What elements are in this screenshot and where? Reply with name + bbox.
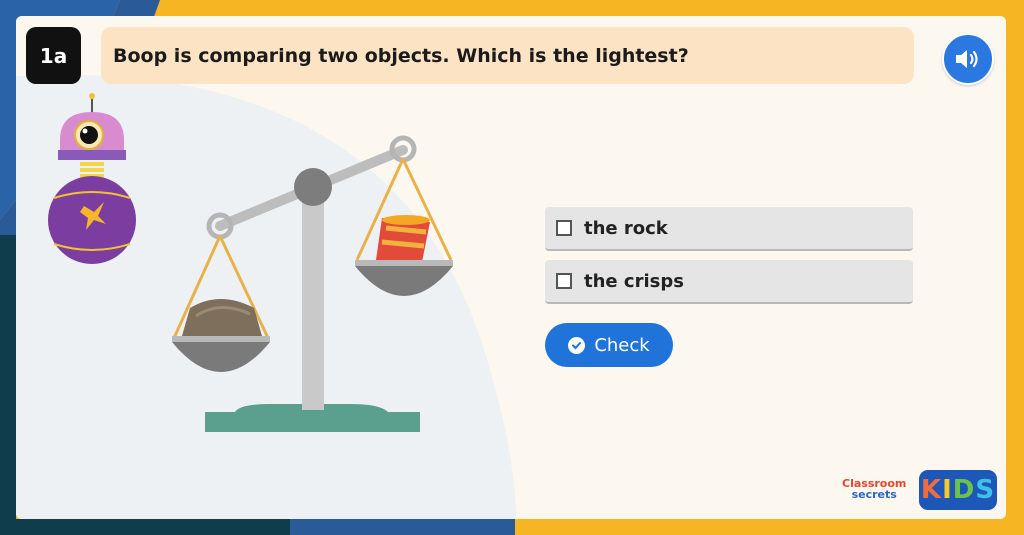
audio-button[interactable] (942, 33, 994, 85)
answer-option-2[interactable]: the crisps (545, 260, 913, 304)
kids-logo: K I D S (919, 470, 997, 510)
checkbox-icon[interactable] (556, 273, 572, 289)
answer-option-1[interactable]: the rock (545, 207, 913, 251)
question-number-badge: 1a (26, 27, 81, 84)
checkmark-icon (568, 336, 586, 354)
check-button[interactable]: Check (545, 323, 673, 367)
checkbox-icon[interactable] (556, 220, 572, 236)
answer-option-label: the crisps (584, 270, 684, 292)
balance-scale-illustration (172, 135, 453, 432)
check-button-label: Check (594, 334, 650, 356)
boop-robot-illustration (48, 93, 136, 264)
answer-option-label: the rock (584, 217, 668, 239)
classroom-secrets-logo: Classroom secrets (842, 477, 907, 501)
question-text: Boop is comparing two objects. Which is … (101, 27, 914, 84)
speaker-icon (956, 50, 978, 68)
